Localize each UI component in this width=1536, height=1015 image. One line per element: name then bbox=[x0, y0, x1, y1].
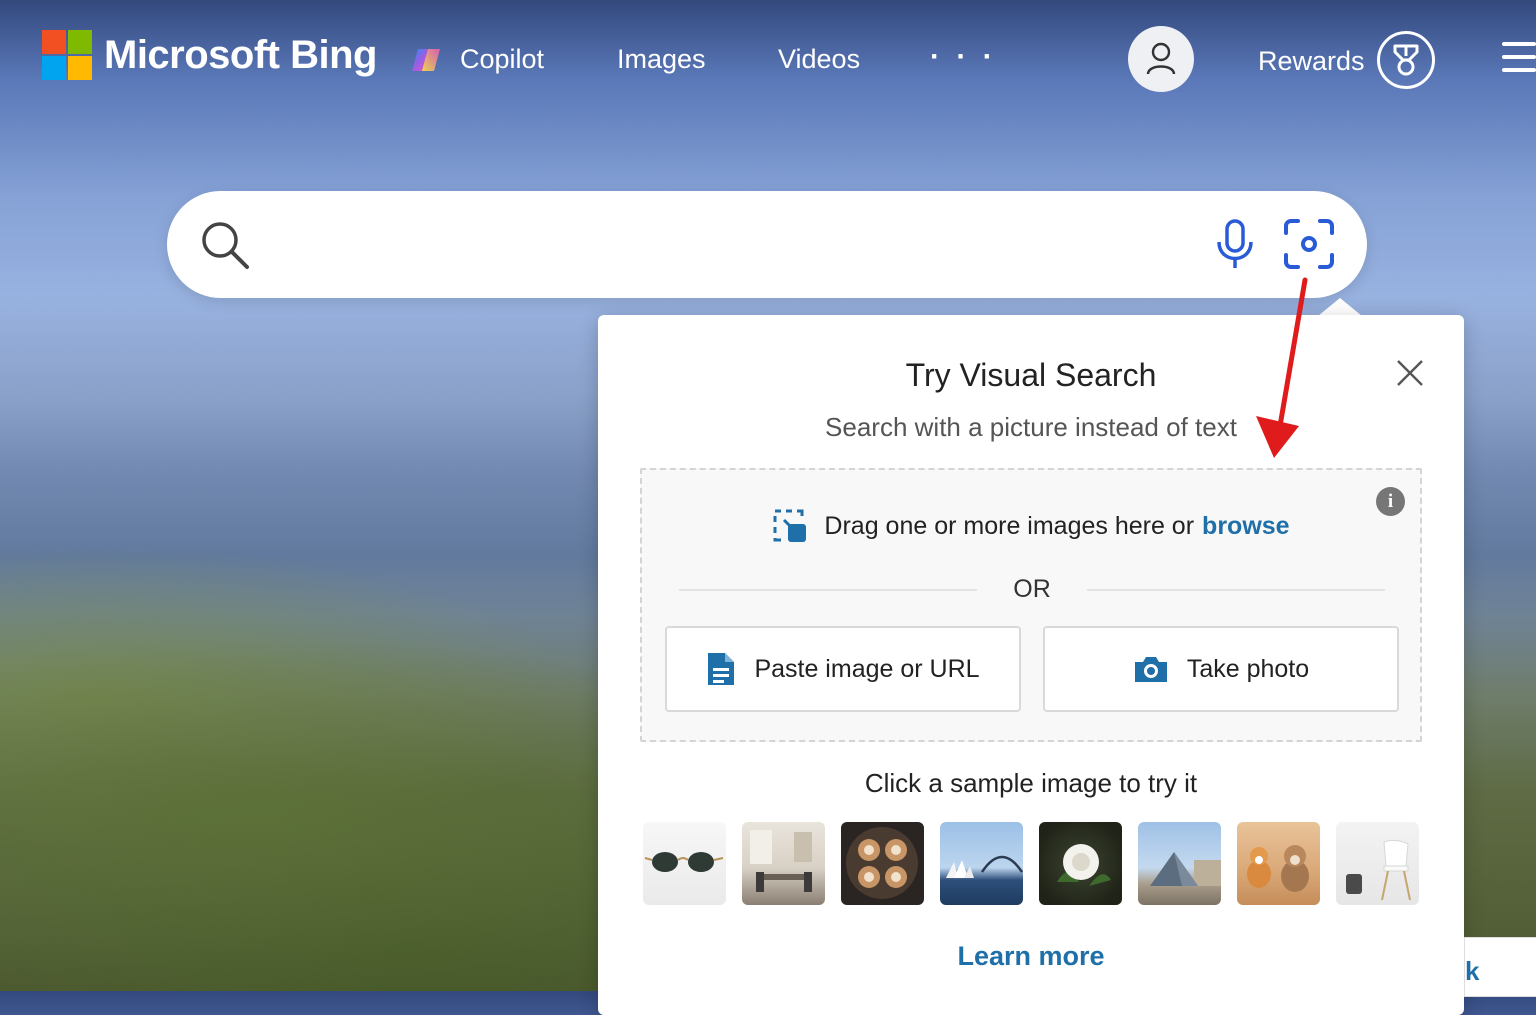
nav-images[interactable]: Images bbox=[617, 44, 706, 75]
search-icon[interactable] bbox=[199, 219, 251, 271]
sample-dining-room[interactable] bbox=[742, 822, 825, 905]
document-icon bbox=[708, 653, 735, 685]
close-icon[interactable] bbox=[1396, 359, 1424, 387]
more-icon[interactable]: · · · bbox=[930, 40, 997, 74]
top-bar: Microsoft Bing Copilot Images Videos · ·… bbox=[0, 0, 1536, 120]
drag-instructions: Drag one or more images here or browse bbox=[642, 508, 1420, 544]
paste-image-button[interactable]: Paste image or URL bbox=[665, 626, 1021, 712]
brand-name: Microsoft Bing bbox=[104, 32, 377, 77]
drag-image-icon bbox=[773, 509, 807, 542]
sample-white-chair[interactable] bbox=[1336, 822, 1419, 905]
camera-icon bbox=[1134, 657, 1167, 682]
sample-sunglasses[interactable] bbox=[643, 822, 726, 905]
popup-subtitle: Search with a picture instead of text bbox=[825, 412, 1237, 442]
paste-button-label: Paste image or URL bbox=[754, 654, 980, 683]
hamburger-menu-icon[interactable] bbox=[1502, 42, 1536, 76]
rewards-label[interactable]: Rewards bbox=[1258, 46, 1365, 77]
nav-copilot-label: Copilot bbox=[460, 44, 545, 74]
search-input[interactable] bbox=[267, 219, 1271, 271]
sample-sydney-opera-house[interactable] bbox=[940, 822, 1023, 905]
rewards-button[interactable] bbox=[1377, 31, 1435, 89]
sample-louvre-pyramid[interactable] bbox=[1138, 822, 1221, 905]
browse-link[interactable]: browse bbox=[1202, 512, 1290, 541]
nav-copilot[interactable]: Copilot bbox=[410, 44, 544, 75]
user-icon bbox=[1146, 42, 1176, 75]
copilot-icon bbox=[412, 48, 440, 71]
sample-latte-art[interactable] bbox=[841, 822, 924, 905]
sample-dogs[interactable] bbox=[1237, 822, 1320, 905]
search-bar bbox=[167, 191, 1367, 298]
visual-search-popup: Try Visual Search Search with a picture … bbox=[598, 315, 1464, 1015]
annotation-arrow-icon bbox=[1256, 277, 1308, 458]
side-tab-label: k bbox=[1465, 956, 1480, 986]
microphone-icon[interactable] bbox=[1215, 218, 1255, 270]
drag-text: Drag one or more images here or bbox=[824, 511, 1195, 540]
image-dropzone[interactable]: i Drag one or more images here or browse… bbox=[640, 468, 1422, 742]
account-button[interactable] bbox=[1128, 26, 1194, 92]
visual-search-icon[interactable] bbox=[1283, 218, 1335, 270]
sample-white-rose[interactable] bbox=[1039, 822, 1122, 905]
nav-videos[interactable]: Videos bbox=[778, 44, 860, 75]
sample-images bbox=[643, 822, 1435, 905]
popup-pointer bbox=[1318, 298, 1362, 316]
sample-images-label: Click a sample image to try it bbox=[864, 768, 1198, 798]
side-tab[interactable]: k bbox=[1464, 937, 1536, 997]
learn-more-link[interactable]: Learn more bbox=[598, 941, 1464, 972]
trophy-icon bbox=[1393, 44, 1419, 76]
or-label: OR bbox=[1013, 575, 1051, 603]
or-divider: OR bbox=[679, 575, 1385, 604]
take-photo-label: Take photo bbox=[1186, 654, 1310, 683]
popup-title: Try Visual Search bbox=[905, 357, 1157, 393]
bing-logo[interactable]: Microsoft Bing bbox=[42, 30, 377, 80]
microsoft-logo-icon bbox=[42, 30, 92, 80]
take-photo-button[interactable]: Take photo bbox=[1043, 626, 1399, 712]
